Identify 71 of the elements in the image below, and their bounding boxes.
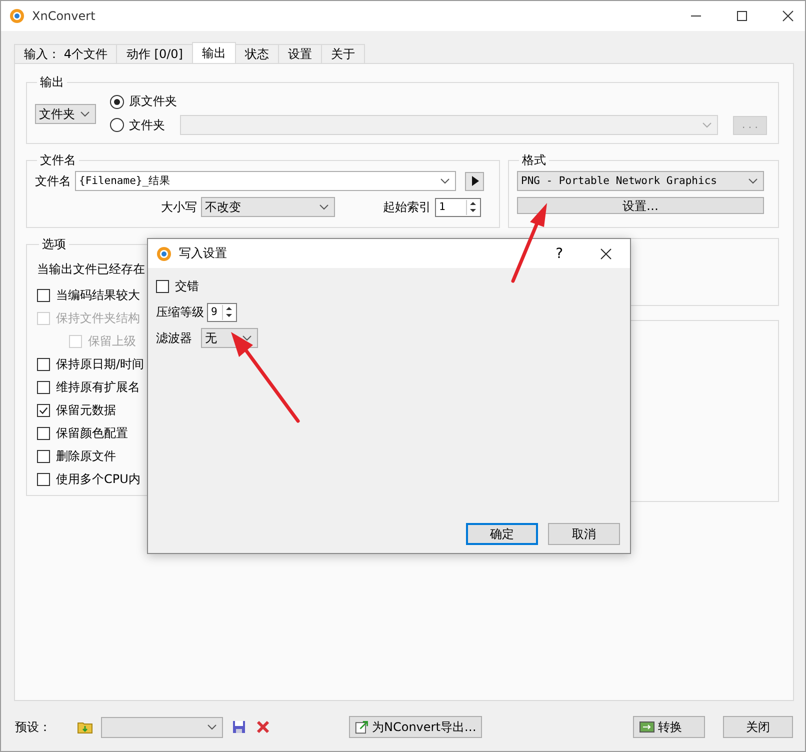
checkbox-label: 交错 [175,278,199,295]
app-logo-icon [9,8,25,24]
chevron-icon [748,178,758,184]
convert-icon [639,720,655,734]
checkbox-label: 删除原文件 [56,448,116,465]
mode-dropdown[interactable]: 文件夹 [35,104,96,124]
dialog-title: 写入设置 [179,245,227,262]
checkbox-label: 保持原日期/时间 [56,356,144,373]
checkbox[interactable] [37,381,50,394]
checkbox-label: 使用多个CPU内 [56,471,140,488]
checkbox[interactable] [156,280,169,293]
chevron-icon [440,178,450,184]
field-label: 大小写 [161,198,197,216]
tab[interactable]: 关于 [320,44,365,63]
delete-icon[interactable] [255,719,271,735]
radio-label: 原文件夹 [129,93,177,110]
radio-label: 文件夹 [129,116,165,134]
field-label: 文件名 [35,172,71,190]
group-title: 输出 [39,74,65,91]
checkbox[interactable] [37,289,50,302]
chevron-icon [319,204,329,210]
group-title: 文件名 [39,152,77,169]
tab[interactable]: 输出 [192,42,236,63]
settings-button[interactable]: 设置… [517,197,764,214]
window-title: XnConvert [32,9,96,23]
checkbox-label: 保留上级 [88,333,136,350]
dialog-button[interactable]: 确定 [466,523,538,545]
chevron-icon [80,111,90,117]
maximize-icon[interactable] [736,10,748,22]
index-spinner[interactable]: 1 [435,198,481,216]
insert-button[interactable] [465,172,484,190]
field-label: 滤波器 [156,330,192,346]
field-label: 起始索引 [383,198,431,216]
app-logo-icon [156,246,172,262]
group-title: 格式 [521,152,547,169]
preset-label: 预设： [15,718,51,736]
export-button[interactable]: 为NConvert导出… [349,716,482,738]
option-label: 当输出文件已经存在 [37,261,146,278]
format-dropdown[interactable]: PNG - Portable Network Graphics [517,171,764,191]
checkbox-label: 保留颜色配置 [56,425,128,442]
checkbox[interactable] [37,404,50,417]
checkbox[interactable] [37,358,50,371]
checkbox[interactable] [37,450,50,463]
field-label: 压缩等级 [156,304,204,320]
radio-button[interactable] [110,94,124,108]
checkbox-label: 保留元数据 [56,402,116,419]
close-button[interactable]: 关闭 [723,716,793,738]
checkbox[interactable] [37,473,50,486]
chevron-icon [702,122,712,128]
checkbox-label: 维持原有扩展名 [56,379,140,396]
close-icon[interactable] [600,248,612,260]
checkbox-label: 保持文件夹结构 [56,310,140,327]
play-icon [470,176,478,186]
compression-spinner[interactable]: 9 [207,302,237,322]
tab[interactable]: 状态 [234,44,279,63]
chevron-icon [207,724,217,730]
checkbox[interactable] [37,427,50,440]
save-icon[interactable] [231,719,247,735]
export-icon [355,720,369,734]
dialog-button[interactable]: 取消 [548,523,620,545]
radio-button[interactable] [110,118,124,132]
tab[interactable]: 动作 [0/0] [116,44,193,63]
case-dropdown[interactable]: 不改变 [201,197,335,217]
tab[interactable]: 输入： 4个文件 [14,44,118,63]
close-icon[interactable] [782,10,794,22]
checkbox-label: 当编码结果较大 [56,287,140,304]
chevron-icon [242,335,252,341]
filename-dropdown[interactable]: {Filename}_结果 [75,171,456,191]
convert-button[interactable]: 转换 [633,716,705,738]
help-button[interactable]: ? [556,246,563,262]
group-title: 选项 [41,236,67,253]
